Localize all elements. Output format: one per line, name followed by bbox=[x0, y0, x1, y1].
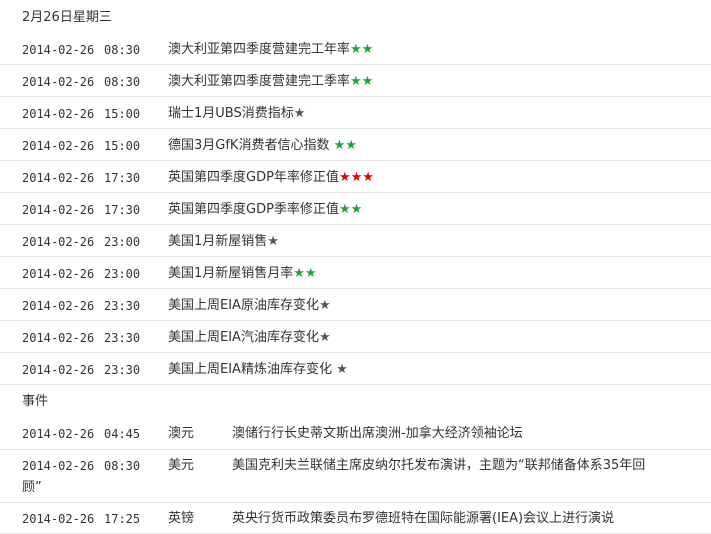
importance-stars-icon: ★ bbox=[318, 330, 331, 345]
indicator-name[interactable]: 美国上周EIA精炼油库存变化 ★ bbox=[168, 361, 348, 379]
event-date: 2014-02-26 bbox=[22, 427, 95, 441]
economic-calendar: 2月26日星期三 2014-02-26 08:30 澳大利亚第四季度营建完工年率★★… bbox=[0, 0, 711, 534]
indicator-name[interactable]: 瑞士1月UBS消费指标★ bbox=[168, 105, 305, 123]
event-description-continued: 顾” bbox=[22, 480, 42, 495]
importance-stars-icon: ★★ bbox=[350, 74, 374, 89]
indicator-name[interactable]: 英国第四季度GDP年率修正值★★★ bbox=[168, 169, 374, 187]
events-section-title: 事件 bbox=[22, 394, 49, 409]
indicator-label: 澳大利亚第四季度营建完工年率 bbox=[168, 42, 351, 57]
economic-data-row[interactable]: 2014-02-26 08:30 澳大利亚第四季度营建完工年率★★ bbox=[0, 33, 711, 65]
event-currency: 美元 bbox=[168, 458, 195, 473]
indicator-name[interactable]: 美国上周EIA汽油库存变化★ bbox=[168, 329, 331, 347]
row-time: 23:00 bbox=[104, 235, 141, 249]
row-time: 17:30 bbox=[104, 203, 141, 217]
importance-stars-icon: ★★ bbox=[338, 202, 363, 217]
row-date: 2014-02-26 bbox=[22, 331, 95, 345]
economic-data-row[interactable]: 2014-02-26 17:30 英国第四季度GDP年率修正值★★★ bbox=[0, 161, 711, 193]
event-description[interactable]: 美国克利夫兰联储主席皮纳尔托发布演讲，主题为“联邦储备体系35年回 bbox=[232, 455, 692, 477]
row-date: 2014-02-26 bbox=[22, 203, 95, 217]
event-time: 17:25 bbox=[104, 512, 141, 526]
economic-data-row[interactable]: 2014-02-26 23:00 美国1月新屋销售月率★★ bbox=[0, 257, 711, 289]
row-date: 2014-02-26 bbox=[22, 171, 95, 185]
row-time: 23:30 bbox=[104, 363, 141, 377]
importance-stars-icon: ★ bbox=[267, 234, 279, 249]
indicator-name[interactable]: 澳大利亚第四季度营建完工年率★★ bbox=[168, 41, 373, 59]
indicator-name[interactable]: 美国1月新屋销售月率★★ bbox=[168, 265, 317, 283]
indicator-name[interactable]: 英国第四季度GDP季率修正值★★ bbox=[168, 201, 362, 219]
economic-data-row[interactable]: 2014-02-26 23:00 美国1月新屋销售★ bbox=[0, 225, 711, 257]
indicator-name[interactable]: 美国1月新屋销售★ bbox=[168, 233, 279, 251]
row-date: 2014-02-26 bbox=[22, 299, 95, 313]
indicator-label: 英国第四季度GDP年率修正值 bbox=[168, 170, 339, 185]
row-time: 23:00 bbox=[104, 267, 141, 281]
date-header: 2月26日星期三 bbox=[22, 10, 112, 25]
row-time: 15:00 bbox=[104, 107, 141, 121]
economic-data-row[interactable]: 2014-02-26 17:30 英国第四季度GDP季率修正值★★ bbox=[0, 193, 711, 225]
indicator-label: 美国1月新屋销售月率 bbox=[168, 266, 294, 281]
event-currency: 澳元 bbox=[168, 426, 195, 441]
row-time: 08:30 bbox=[104, 43, 141, 57]
importance-stars-icon: ★ bbox=[336, 362, 348, 377]
indicator-label: 德国3月GfK消费者信心指数 bbox=[168, 138, 334, 153]
economic-data-row[interactable]: 2014-02-26 23:30 美国上周EIA原油库存变化★ bbox=[0, 289, 711, 321]
event-time: 04:45 bbox=[104, 427, 141, 441]
importance-stars-icon: ★★ bbox=[350, 42, 374, 57]
indicator-label: 美国上周EIA原油库存变化 bbox=[168, 298, 319, 313]
economic-data-row[interactable]: 2014-02-26 15:00 德国3月GfK消费者信心指数 ★★ bbox=[0, 129, 711, 161]
event-row[interactable]: 2014-02-26 17:25 英镑 英央行货币政策委员布罗德班特在国际能源署(IE… bbox=[0, 503, 711, 534]
economic-data-row[interactable]: 2014-02-26 15:00 瑞士1月UBS消费指标★ bbox=[0, 97, 711, 129]
event-date: 2014-02-26 bbox=[22, 459, 95, 473]
row-date: 2014-02-26 bbox=[22, 267, 95, 281]
economic-data-row[interactable]: 2014-02-26 23:30 美国上周EIA汽油库存变化★ bbox=[0, 321, 711, 353]
event-time: 08:30 bbox=[104, 459, 141, 473]
row-time: 08:30 bbox=[104, 75, 141, 89]
row-date: 2014-02-26 bbox=[22, 107, 95, 121]
indicator-name[interactable]: 德国3月GfK消费者信心指数 ★★ bbox=[168, 137, 357, 155]
indicator-label: 澳大利亚第四季度营建完工季率 bbox=[168, 74, 351, 89]
economic-data-row[interactable]: 2014-02-26 23:30 美国上周EIA精炼油库存变化 ★ bbox=[0, 353, 711, 385]
row-date: 2014-02-26 bbox=[22, 139, 95, 153]
indicator-label: 瑞士1月UBS消费指标 bbox=[168, 106, 294, 121]
importance-stars-icon: ★★ bbox=[333, 138, 357, 153]
row-date: 2014-02-26 bbox=[22, 235, 95, 249]
row-time: 23:30 bbox=[104, 299, 141, 313]
indicator-name[interactable]: 澳大利亚第四季度营建完工季率★★ bbox=[168, 73, 373, 91]
event-currency: 英镑 bbox=[168, 511, 195, 526]
row-date: 2014-02-26 bbox=[22, 43, 95, 57]
row-time: 15:00 bbox=[104, 139, 141, 153]
indicator-label: 美国1月新屋销售 bbox=[168, 234, 268, 249]
event-description[interactable]: 英央行货币政策委员布罗德班特在国际能源署(IEA)会议上进行演说 bbox=[232, 508, 692, 530]
indicator-name[interactable]: 美国上周EIA原油库存变化★ bbox=[168, 297, 331, 315]
event-date: 2014-02-26 bbox=[22, 512, 95, 526]
event-row[interactable]: 2014-02-26 04:45 澳元 澳储行行长史蒂文斯出席澳洲-加拿大经济领袖论坛 bbox=[0, 418, 711, 450]
event-row[interactable]: 2014-02-26 08:30 美元 美国克利夫兰联储主席皮纳尔托发布演讲，主题为“… bbox=[0, 450, 711, 503]
economic-data-row[interactable]: 2014-02-26 08:30 澳大利亚第四季度营建完工季率★★ bbox=[0, 65, 711, 97]
importance-stars-icon: ★ bbox=[293, 106, 306, 121]
row-date: 2014-02-26 bbox=[22, 75, 95, 89]
importance-stars-icon: ★★★ bbox=[338, 170, 374, 185]
indicator-label: 英国第四季度GDP季率修正值 bbox=[168, 202, 339, 217]
indicator-label: 美国上周EIA精炼油库存变化 bbox=[168, 362, 337, 377]
row-date: 2014-02-26 bbox=[22, 363, 95, 377]
importance-stars-icon: ★★ bbox=[293, 266, 317, 281]
row-time: 17:30 bbox=[104, 171, 141, 185]
importance-stars-icon: ★ bbox=[318, 298, 331, 313]
indicator-label: 美国上周EIA汽油库存变化 bbox=[168, 330, 319, 345]
row-time: 23:30 bbox=[104, 331, 141, 345]
event-description[interactable]: 澳储行行长史蒂文斯出席澳洲-加拿大经济领袖论坛 bbox=[232, 423, 692, 445]
